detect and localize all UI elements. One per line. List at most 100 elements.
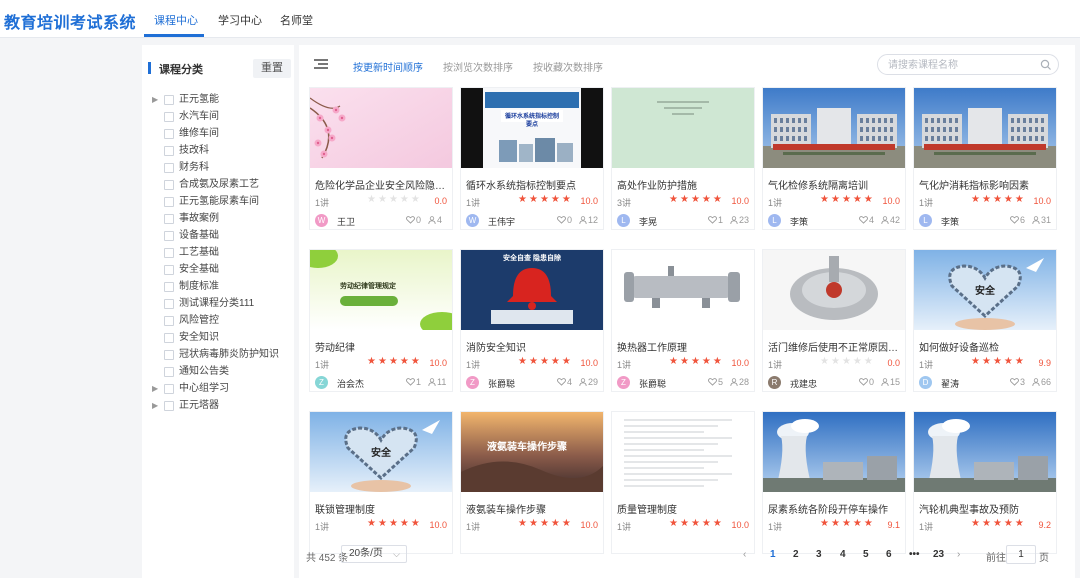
- category-item[interactable]: 工艺基础: [152, 244, 292, 261]
- course-card[interactable]: 活门维修后使用不正常原因及措施1讲★★★★★0.0R戎建忠015: [762, 249, 906, 392]
- category-checkbox[interactable]: [164, 146, 174, 156]
- category-checkbox[interactable]: [164, 401, 174, 411]
- course-thumbnail[interactable]: [612, 412, 754, 492]
- page-size-select[interactable]: 20条/页 ⌵: [341, 545, 407, 563]
- category-item[interactable]: 维修车间: [152, 125, 292, 142]
- list-toggle-icon[interactable]: [314, 58, 328, 70]
- page-number[interactable]: 6: [886, 549, 892, 560]
- course-thumbnail[interactable]: 安全自查 隐患自除: [461, 250, 603, 330]
- goto-page-input[interactable]: 1: [1006, 545, 1036, 564]
- sort-by-views[interactable]: 按浏览次数排序: [443, 59, 513, 74]
- expand-arrow-icon[interactable]: ▶: [152, 91, 162, 108]
- category-checkbox[interactable]: [164, 197, 174, 207]
- category-item[interactable]: 事故案例: [152, 210, 292, 227]
- course-card[interactable]: 安全 联锁管理制度 1讲 ★★★★★ 10.0: [309, 411, 453, 554]
- course-thumbnail[interactable]: [310, 88, 452, 168]
- category-checkbox[interactable]: [164, 384, 174, 394]
- category-checkbox[interactable]: [164, 316, 174, 326]
- course-title[interactable]: 劳动纪律: [315, 339, 449, 354]
- course-thumbnail[interactable]: 循环水系统指标控制 要点: [461, 88, 603, 168]
- course-card[interactable]: 危险化学品企业安全风险隐患排... 1讲 ★★★★★ 0.0 W 王卫 0 4: [309, 87, 453, 230]
- page-number[interactable]: 2: [793, 549, 799, 560]
- prev-page-button[interactable]: ‹: [743, 549, 746, 560]
- course-title[interactable]: 换热器工作原理: [617, 339, 751, 354]
- course-title[interactable]: 活门维修后使用不正常原因及措施: [768, 339, 902, 354]
- site-logo[interactable]: 教育培训考试系统: [4, 9, 136, 33]
- course-card[interactable]: 循环水系统指标控制 要点 循环水系统指标控制要点 1讲 ★★★★★ 10.0 W 王伟宇 0 12: [460, 87, 604, 230]
- category-item[interactable]: 正元氢能尿素车间: [152, 193, 292, 210]
- category-item[interactable]: 水汽车间: [152, 108, 292, 125]
- course-title[interactable]: 液氨装车操作步骤: [466, 501, 600, 516]
- sort-by-favorites[interactable]: 按收藏次数排序: [533, 59, 603, 74]
- course-card[interactable]: 安全自查 隐患自除 消防安全知识 1讲 ★★★★★ 10.0 Z 张爵聪 4 29: [460, 249, 604, 392]
- category-checkbox[interactable]: [164, 214, 174, 224]
- category-checkbox[interactable]: [164, 367, 174, 377]
- category-item[interactable]: 制度标准: [152, 278, 292, 295]
- course-title[interactable]: 质量管理制度: [617, 501, 751, 516]
- category-checkbox[interactable]: [164, 163, 174, 173]
- category-checkbox[interactable]: [164, 299, 174, 309]
- course-title[interactable]: 汽轮机典型事故及预防: [919, 501, 1053, 516]
- category-item[interactable]: 风险管控: [152, 312, 292, 329]
- course-card[interactable]: 液氨装车操作步骤 液氨装车操作步骤 1讲 ★★★★★ 10.0: [460, 411, 604, 554]
- category-checkbox[interactable]: [164, 282, 174, 292]
- category-item[interactable]: 合成氨及尿素工艺: [152, 176, 292, 193]
- course-card[interactable]: 换热器工作原理 1讲 ★★★★★ 10.0 Z 张爵聪 5 28: [611, 249, 755, 392]
- course-title[interactable]: 危险化学品企业安全风险隐患排...: [315, 177, 449, 192]
- category-item[interactable]: 技改科: [152, 142, 292, 159]
- category-checkbox[interactable]: [164, 129, 174, 139]
- course-card[interactable]: 汽轮机典型事故及预防 1讲 ★★★★★ 9.2: [913, 411, 1057, 554]
- course-thumbnail[interactable]: [763, 88, 905, 168]
- sort-by-update-time[interactable]: 按更新时间顺序: [353, 59, 423, 74]
- course-thumbnail[interactable]: [612, 88, 754, 168]
- category-item[interactable]: 通知公告类: [152, 363, 292, 380]
- course-title[interactable]: 循环水系统指标控制要点: [466, 177, 600, 192]
- expand-arrow-icon[interactable]: ▶: [152, 397, 162, 414]
- course-thumbnail[interactable]: 液氨装车操作步骤: [461, 412, 603, 492]
- tab-famous-teachers[interactable]: 名师堂: [280, 12, 313, 28]
- category-checkbox[interactable]: [164, 333, 174, 343]
- course-card[interactable]: 安全 如何做好设备巡检 1讲 ★★★★★ 9.9 D 翟涛 3 66: [913, 249, 1057, 392]
- category-checkbox[interactable]: [164, 112, 174, 122]
- page-number[interactable]: 23: [933, 549, 944, 560]
- category-item[interactable]: 安全知识: [152, 329, 292, 346]
- category-checkbox[interactable]: [164, 350, 174, 360]
- category-item[interactable]: 冠状病毒肺炎防护知识: [152, 346, 292, 363]
- course-thumbnail[interactable]: 劳动纪律管理规定: [310, 250, 452, 330]
- category-checkbox[interactable]: [164, 180, 174, 190]
- page-number[interactable]: 1: [770, 549, 776, 560]
- category-item[interactable]: 测试课程分类111: [152, 295, 292, 312]
- category-item[interactable]: ▶ 正元氢能: [152, 91, 292, 108]
- course-title[interactable]: 联锁管理制度: [315, 501, 449, 516]
- course-thumbnail[interactable]: [763, 412, 905, 492]
- course-thumbnail[interactable]: 安全: [914, 250, 1056, 330]
- course-card[interactable]: 高处作业防护措施 3讲 ★★★★★ 10.0 L 李晃 1 23: [611, 87, 755, 230]
- page-number[interactable]: 3: [816, 549, 822, 560]
- course-card[interactable]: 气化检修系统隔离培训 1讲 ★★★★★ 10.0 L 李策 4 42: [762, 87, 906, 230]
- course-thumbnail[interactable]: 安全: [310, 412, 452, 492]
- course-thumbnail[interactable]: [914, 88, 1056, 168]
- course-thumbnail[interactable]: [612, 250, 754, 330]
- course-title[interactable]: 消防安全知识: [466, 339, 600, 354]
- course-thumbnail[interactable]: [763, 250, 905, 330]
- tab-course-center[interactable]: 课程中心: [154, 12, 198, 28]
- course-thumbnail[interactable]: [914, 412, 1056, 492]
- category-checkbox[interactable]: [164, 95, 174, 105]
- tab-learning-center[interactable]: 学习中心: [218, 12, 262, 28]
- course-title[interactable]: 气化炉消耗指标影响因素: [919, 177, 1053, 192]
- page-number[interactable]: 4: [840, 549, 846, 560]
- course-search-input[interactable]: [888, 58, 1038, 72]
- page-number[interactable]: 5: [863, 549, 869, 560]
- category-item[interactable]: ▶ 中心组学习: [152, 380, 292, 397]
- category-item[interactable]: ▶ 正元塔器: [152, 397, 292, 414]
- more-pages-button[interactable]: •••: [909, 549, 920, 560]
- reset-button[interactable]: 重置: [253, 59, 291, 78]
- category-item[interactable]: 安全基础: [152, 261, 292, 278]
- course-card[interactable]: 劳动纪律管理规定 劳动纪律 1讲 ★★★★★ 10.0 Z 治会杰 1 11: [309, 249, 453, 392]
- category-item[interactable]: 设备基础: [152, 227, 292, 244]
- category-checkbox[interactable]: [164, 231, 174, 241]
- category-checkbox[interactable]: [164, 248, 174, 258]
- expand-arrow-icon[interactable]: ▶: [152, 380, 162, 397]
- course-card[interactable]: 气化炉消耗指标影响因素 1讲 ★★★★★ 10.0 L 李策 6 31: [913, 87, 1057, 230]
- category-item[interactable]: 财务科: [152, 159, 292, 176]
